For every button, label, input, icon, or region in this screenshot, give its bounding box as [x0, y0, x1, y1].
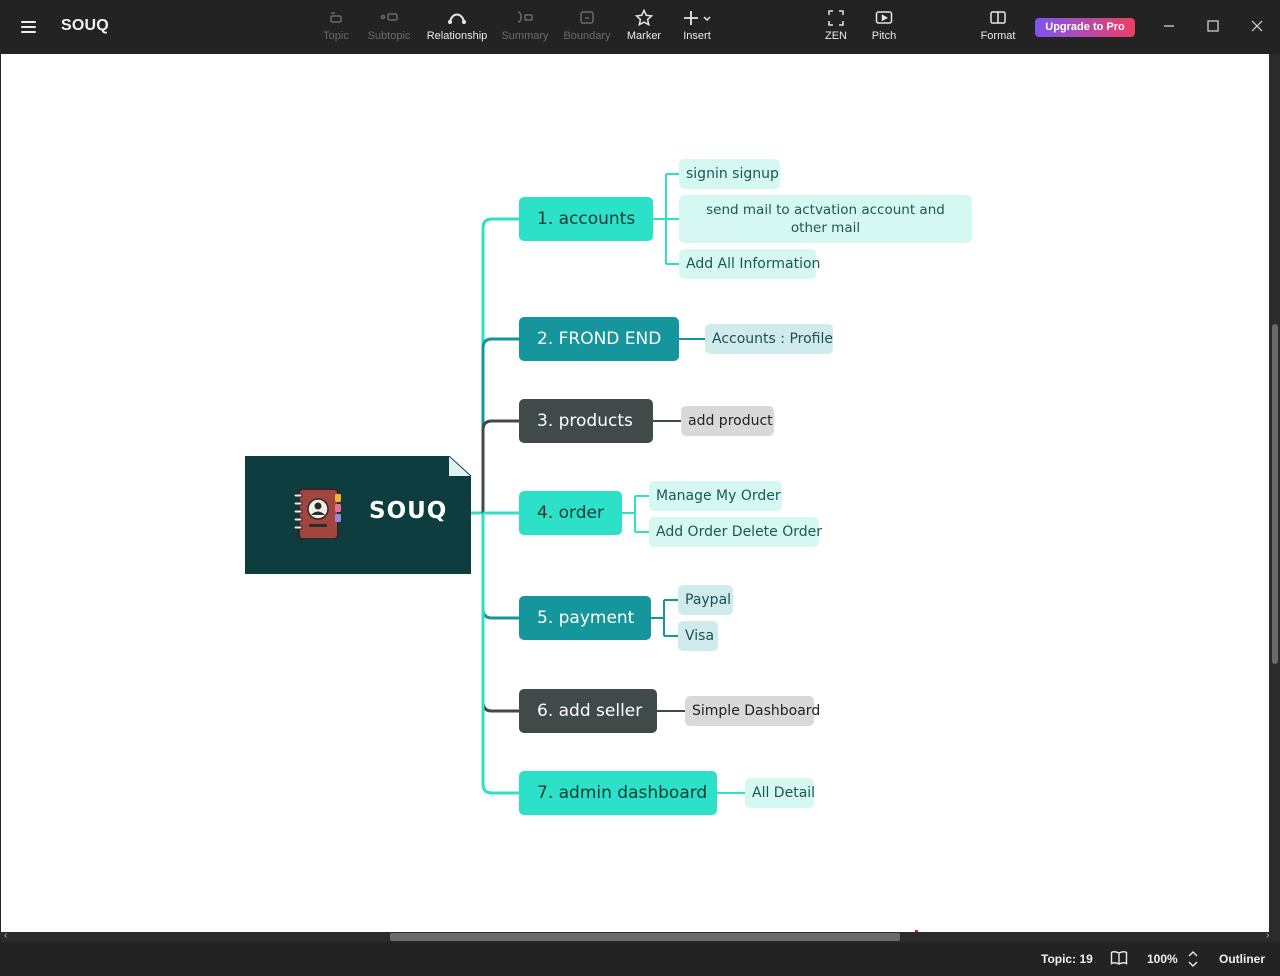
summary-button[interactable]: Summary	[500, 8, 550, 48]
pitch-button[interactable]: Pitch	[866, 8, 902, 48]
fullscreen-icon	[828, 10, 844, 26]
topic-icon	[330, 12, 342, 23]
address-book-icon	[289, 484, 347, 544]
subtopic-paypal[interactable]: Paypal	[678, 585, 733, 615]
boundary-icon	[580, 11, 594, 24]
book-icon[interactable]	[1110, 950, 1128, 969]
subtopic-add-delete-order[interactable]: Add Order Delete Order	[649, 517, 822, 547]
mindmap-canvas[interactable]: SOUQ 1. accounts 2. FROND END 3. product…	[1, 54, 1269, 932]
maximize-icon[interactable]	[1204, 17, 1222, 35]
status-bar: Topic: 19 100% Outliner	[0, 942, 1280, 976]
topic-frond-end[interactable]: 2. FROND END	[519, 317, 679, 361]
summary-icon	[517, 11, 533, 23]
relationship-label: Relationship	[426, 30, 488, 42]
star-icon	[634, 8, 654, 27]
title-bar: SOUQ Topic Subtopic Relationship Summary…	[0, 0, 1280, 54]
play-icon	[875, 11, 893, 24]
scroll-right-icon[interactable]: ›	[1266, 930, 1269, 941]
topic-payment[interactable]: 5. payment	[519, 596, 651, 640]
summary-label: Summary	[501, 30, 549, 42]
topic-order[interactable]: 4. order	[519, 491, 622, 535]
subtopic-simple-dashboard[interactable]: Simple Dashboard	[685, 696, 820, 726]
boundary-button[interactable]: Boundary	[562, 8, 612, 48]
topic-admin-dashboard[interactable]: 7. admin dashboard	[519, 771, 717, 815]
upgrade-to-pro-button[interactable]: Upgrade to Pro	[1035, 18, 1135, 37]
scroll-left-icon[interactable]: ‹	[4, 930, 7, 941]
subtopic-icon	[380, 13, 398, 21]
topic-button[interactable]: Topic	[320, 8, 352, 48]
horizontal-scrollbar[interactable]: ‹ ›	[0, 930, 1280, 942]
subtopic-signin-signup[interactable]: signin signup	[679, 159, 780, 189]
panel-icon	[990, 11, 1006, 24]
subtopic-button[interactable]: Subtopic	[366, 8, 412, 48]
zen-button[interactable]: ZEN	[820, 8, 852, 48]
app-window: SOUQ Topic Subtopic Relationship Summary…	[0, 0, 1280, 976]
insert-button[interactable]: Insert	[678, 8, 716, 48]
boundary-label: Boundary	[563, 30, 611, 42]
subtopic-visa[interactable]: Visa	[678, 621, 718, 651]
outliner-button[interactable]: Outliner	[1219, 952, 1265, 966]
marker-button[interactable]: Marker	[624, 8, 664, 48]
plus-icon	[684, 11, 711, 25]
minimize-icon[interactable]	[1160, 17, 1178, 35]
subtopic-manage-my-order[interactable]: Manage My Order	[649, 481, 782, 511]
subtopic-send-mail[interactable]: send mail to actvation account and other…	[679, 195, 972, 243]
format-button[interactable]: Format	[978, 8, 1018, 48]
vertical-scrollbar[interactable]	[1269, 54, 1280, 932]
close-icon[interactable]	[1248, 17, 1266, 35]
zen-label: ZEN	[825, 30, 847, 42]
root-topic[interactable]: SOUQ	[245, 456, 471, 574]
subtopic-all-detail[interactable]: All Detail	[745, 778, 815, 808]
topic-label: Topic	[323, 30, 349, 42]
topic-add-seller[interactable]: 6. add seller	[519, 689, 657, 733]
document-title: SOUQ	[61, 17, 109, 34]
root-topic-label: SOUQ	[369, 498, 448, 524]
topic-accounts[interactable]: 1. accounts	[519, 197, 653, 241]
subtopic-add-all-information[interactable]: Add All Information	[679, 249, 820, 279]
relationship-button[interactable]: Relationship	[424, 8, 490, 48]
zoom-level[interactable]: 100%	[1147, 952, 1178, 966]
topic-count: Topic: 19	[1041, 952, 1093, 966]
pitch-label: Pitch	[871, 30, 897, 42]
relationship-icon	[447, 13, 467, 25]
subtopic-label: Subtopic	[367, 30, 411, 42]
hamburger-menu-icon[interactable]	[18, 16, 40, 38]
marker-label: Marker	[626, 30, 662, 42]
insert-label: Insert	[683, 30, 711, 42]
topic-products[interactable]: 3. products	[519, 399, 653, 443]
horizontal-scroll-thumb[interactable]	[390, 933, 900, 941]
subtopic-add-product[interactable]: add product	[681, 406, 774, 436]
page-fold-corner	[449, 456, 471, 476]
format-label: Format	[980, 30, 1016, 42]
subtopic-accounts-profile[interactable]: Accounts : Profile	[705, 324, 833, 354]
zoom-stepper-icon[interactable]	[1187, 950, 1199, 971]
vertical-scroll-thumb[interactable]	[1272, 324, 1278, 664]
